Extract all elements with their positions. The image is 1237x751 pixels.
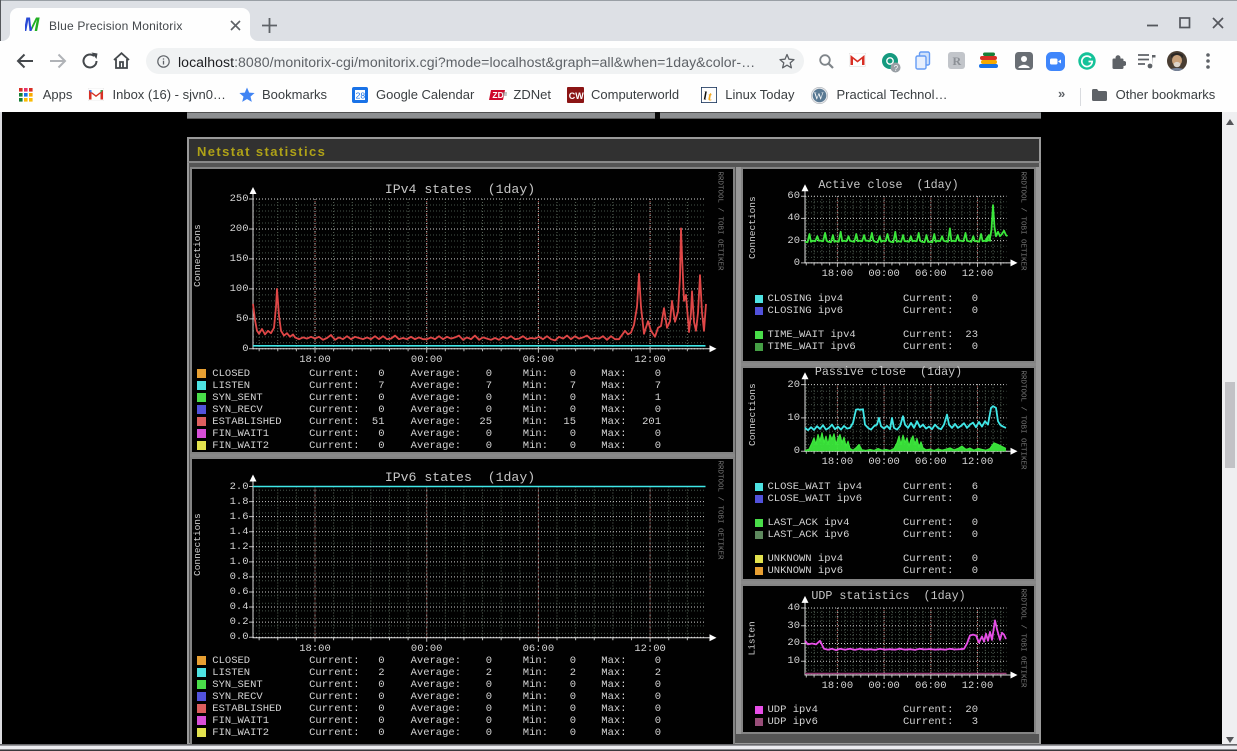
svg-text:?: ? [894,64,899,73]
svg-text:28: 28 [355,91,365,101]
svg-text:ZD: ZD [492,90,503,100]
svg-text:CW: CW [569,91,584,101]
svg-text:t: t [708,89,712,104]
svg-text:M: M [25,16,41,34]
svg-text:W: W [813,91,823,102]
svg-text:R: R [953,54,962,68]
